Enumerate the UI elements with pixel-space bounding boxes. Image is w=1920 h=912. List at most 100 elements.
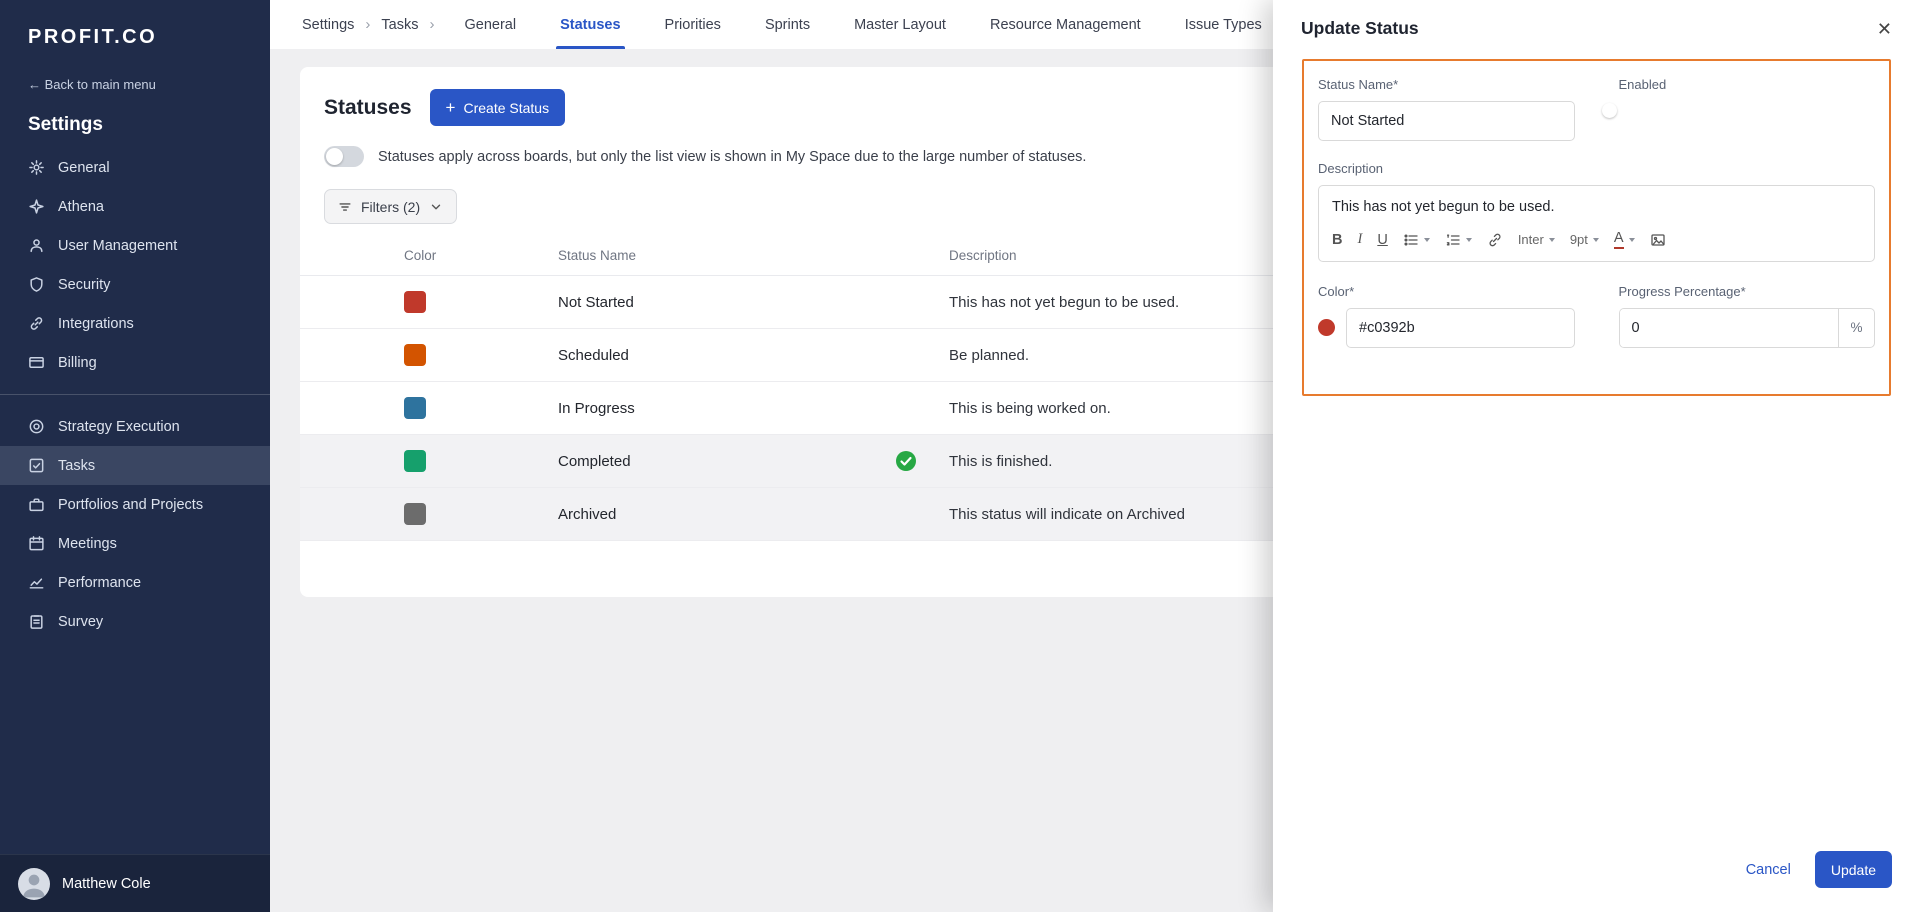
- link-icon: [1489, 233, 1501, 247]
- app-root: PROFIT.CO ← Back to main menu Settings G…: [0, 0, 1920, 912]
- sidebar-item-label: Tasks: [58, 457, 96, 474]
- progress-percentage-field: %: [1618, 307, 1875, 348]
- sidebar-item-meetings[interactable]: Meetings: [0, 524, 270, 563]
- user-management-icon: [30, 239, 43, 253]
- status-name-input[interactable]: [1318, 101, 1575, 141]
- tab-resource-management[interactable]: Resource Management: [990, 0, 1141, 49]
- create-status-button[interactable]: + Create Status: [429, 89, 566, 126]
- progress-percentage-label: Progress Percentage*: [1618, 283, 1746, 299]
- breadcrumb-tasks[interactable]: Tasks: [381, 17, 418, 33]
- update-status-drawer: Update Status ✕ Status Name* Enabled Des…: [1273, 0, 1920, 912]
- sidebar-item-user-management[interactable]: User Management: [0, 226, 270, 265]
- description-label: Description: [1318, 161, 1384, 176]
- font-size-dropdown[interactable]: 9pt: [1570, 232, 1599, 247]
- column-header-status-name: Status Name: [558, 248, 637, 263]
- sidebar-item-portfolios-and-projects[interactable]: Portfolios and Projects: [0, 485, 270, 524]
- chevron-down-icon: [1628, 237, 1635, 242]
- status-color-swatch: [404, 344, 426, 366]
- sidebar-item-label: Billing: [58, 354, 97, 371]
- status-name: Completed: [558, 452, 631, 470]
- tab-statuses[interactable]: Statuses: [556, 0, 626, 49]
- statuses-scope-toggle[interactable]: [324, 146, 364, 167]
- tab-sprints[interactable]: Sprints: [765, 0, 810, 49]
- portfolios-icon: [29, 498, 44, 512]
- filters-button[interactable]: Filters (2): [324, 189, 458, 224]
- sidebar-item-performance[interactable]: Performance: [0, 563, 270, 602]
- settings-sidebar: PROFIT.CO ← Back to main menu Settings G…: [0, 0, 270, 912]
- tab-master-layout[interactable]: Master Layout: [854, 0, 946, 49]
- text-color-button[interactable]: A: [1613, 230, 1635, 249]
- status-form: Status Name* Enabled Description This ha…: [1302, 59, 1891, 396]
- ordered-list-button[interactable]: [1445, 232, 1472, 248]
- filters-label: Filters (2): [361, 198, 421, 215]
- status-name: Not Started: [558, 293, 634, 311]
- font-dropdown[interactable]: Inter: [1518, 232, 1555, 247]
- toggle-knob: [1601, 103, 1617, 118]
- sidebar-item-general[interactable]: General: [0, 148, 270, 187]
- tab-priorities[interactable]: Priorities: [665, 0, 721, 49]
- avatar: [18, 867, 50, 900]
- underline-button[interactable]: U: [1377, 232, 1387, 248]
- drawer-footer: Cancel Update: [1273, 833, 1920, 912]
- breadcrumb: Settings › Tasks ›: [302, 16, 434, 33]
- status-name-label: Status Name*: [1318, 77, 1399, 92]
- integrations-icon: [30, 317, 43, 330]
- sidebar-item-integrations[interactable]: Integrations: [0, 304, 270, 343]
- description-editor[interactable]: This has not yet begun to be used. B I U: [1318, 185, 1875, 262]
- image-icon: [1650, 234, 1665, 246]
- sidebar-item-label: Portfolios and Projects: [58, 496, 204, 513]
- color-input[interactable]: [1346, 307, 1575, 348]
- general-icon: [29, 160, 44, 175]
- cancel-button[interactable]: Cancel: [1746, 862, 1791, 878]
- chevron-right-icon: ›: [429, 16, 435, 33]
- chevron-right-icon: ›: [365, 16, 371, 33]
- sidebar-item-label: Performance: [58, 574, 142, 591]
- progress-percentage-input[interactable]: [1619, 308, 1838, 347]
- strategy-execution-icon: [29, 419, 44, 434]
- sidebar-item-label: User Management: [58, 237, 178, 254]
- color-swatch[interactable]: [1318, 319, 1335, 337]
- sidebar-item-security[interactable]: Security: [0, 265, 270, 304]
- sidebar-item-athena[interactable]: Athena: [0, 187, 270, 226]
- column-header-color: Color: [404, 248, 437, 263]
- chevron-down-icon: [1423, 237, 1430, 242]
- user-profile[interactable]: Matthew Cole: [0, 854, 270, 912]
- tab-issue-types[interactable]: Issue Types: [1185, 0, 1262, 49]
- description-text[interactable]: This has not yet begun to be used.: [1319, 186, 1874, 223]
- status-color-swatch: [404, 503, 426, 525]
- page-title: Statuses: [324, 95, 412, 119]
- tasks-icon: [29, 458, 44, 473]
- status-name: Archived: [558, 505, 617, 523]
- link-button[interactable]: [1487, 232, 1503, 248]
- person-icon: [23, 874, 45, 897]
- performance-icon: [29, 578, 44, 589]
- create-status-label: Create Status: [463, 99, 550, 116]
- update-button[interactable]: Update: [1814, 851, 1892, 888]
- enabled-label: Enabled: [1618, 77, 1667, 92]
- statuses-note: Statuses apply across boards, but only t…: [378, 148, 1087, 165]
- survey-icon: [30, 615, 43, 629]
- sidebar-item-label: Athena: [58, 198, 104, 215]
- breadcrumb-settings[interactable]: Settings: [302, 17, 354, 33]
- tab-general[interactable]: General: [464, 0, 516, 49]
- italic-button[interactable]: I: [1357, 231, 1362, 248]
- text-color-icon: A: [1613, 230, 1624, 249]
- bold-button[interactable]: B: [1332, 232, 1342, 248]
- sidebar-item-tasks[interactable]: Tasks: [0, 446, 270, 485]
- sidebar-item-strategy-execution[interactable]: Strategy Execution: [0, 407, 270, 446]
- completed-check-icon: [896, 451, 916, 471]
- font-size-value: 9pt: [1569, 232, 1588, 248]
- billing-icon: [29, 356, 44, 369]
- insert-image-button[interactable]: [1650, 232, 1666, 248]
- bullet-list-button[interactable]: [1403, 232, 1430, 248]
- back-to-main-menu-link[interactable]: ← Back to main menu: [0, 63, 270, 94]
- sidebar-item-billing[interactable]: Billing: [0, 343, 270, 382]
- color-label: Color*: [1318, 283, 1355, 299]
- chevron-down-icon: [431, 204, 441, 209]
- close-icon[interactable]: ✕: [1877, 20, 1892, 38]
- chevron-down-icon: [1548, 237, 1555, 242]
- sidebar-item-survey[interactable]: Survey: [0, 602, 270, 641]
- status-name: In Progress: [558, 399, 635, 417]
- editor-toolbar: B I U Inter 9pt A: [1319, 223, 1874, 261]
- status-color-swatch: [404, 397, 426, 419]
